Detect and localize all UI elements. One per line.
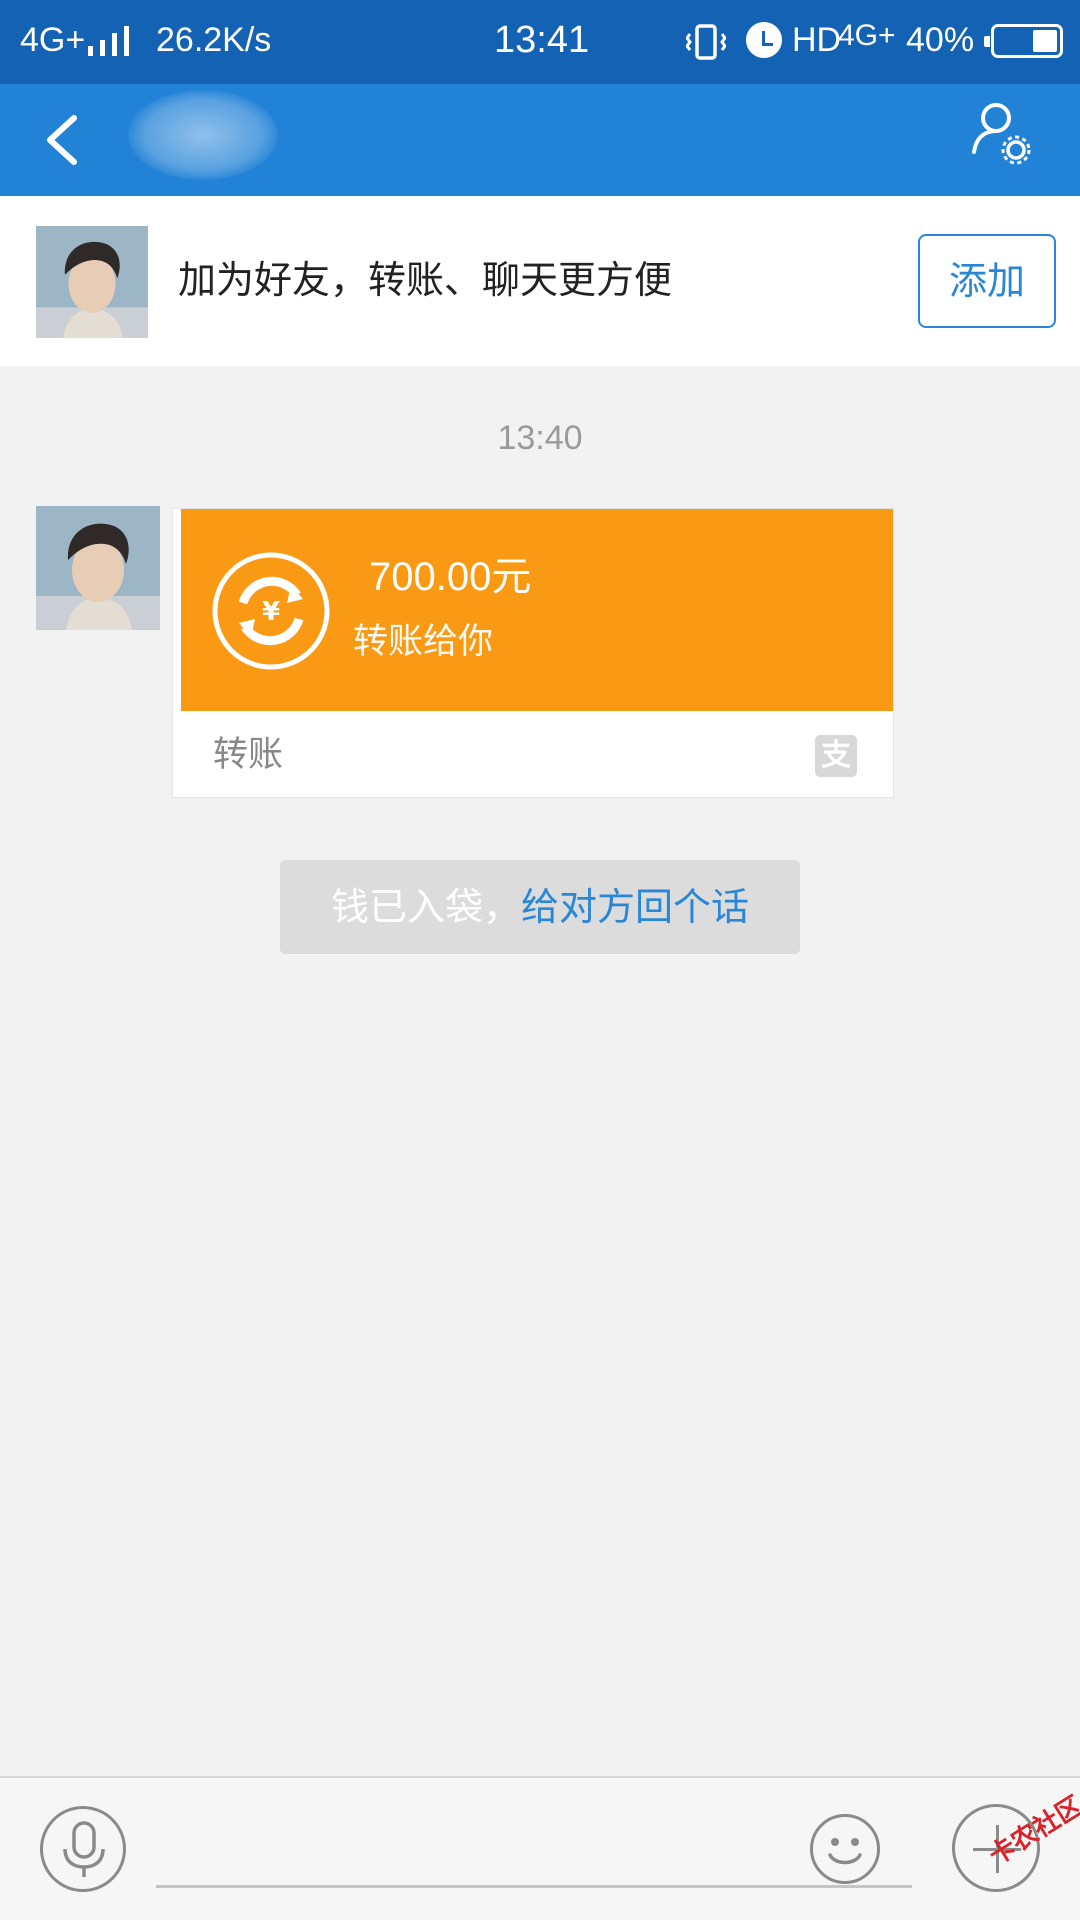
chat-header <box>0 84 1080 196</box>
message-input-bar <box>0 1776 1080 1920</box>
received-text: 钱已入袋， <box>330 885 521 929</box>
alarm-icon <box>746 22 782 58</box>
chevron-left-icon <box>47 115 77 165</box>
smiley-icon <box>828 1838 862 1865</box>
clock: 13:41 <box>494 19 590 61</box>
voice-input-button[interactable] <box>40 1806 126 1892</box>
transfer-type-label: 转账 <box>213 735 284 775</box>
user-settings-icon <box>972 103 1031 165</box>
transfer-amount: 700.00元 <box>369 555 532 599</box>
message-timestamp: 13:40 <box>497 419 583 457</box>
battery-percent: 40% <box>906 21 975 59</box>
money-transfer-icon: ¥ <box>211 551 331 671</box>
transfer-card-header: ¥ 700.00元 转账给你 <box>181 509 893 711</box>
network-type-secondary: 4G+ <box>838 19 896 52</box>
reply-link[interactable]: 给对方回个话 <box>521 885 749 929</box>
network-speed: 26.2K/s <box>156 21 272 59</box>
svg-text:¥: ¥ <box>262 597 280 627</box>
add-friend-button[interactable]: 添加 <box>918 234 1056 328</box>
signal-icon <box>88 26 132 56</box>
hd-indicator: HD <box>792 21 842 59</box>
vibrate-icon <box>685 22 727 62</box>
money-received-notice: 钱已入袋，给对方回个话 <box>280 860 800 954</box>
transfer-note: 转账给你 <box>353 622 494 662</box>
alipay-icon: 支 <box>815 735 857 777</box>
status-bar: 4G+ 26.2K/s 13:41 HD 4G+ 40% <box>0 0 1080 84</box>
contact-name-redacted <box>128 90 278 180</box>
transfer-message-card[interactable]: ¥ 700.00元 转账给你 转账 支 <box>172 508 894 798</box>
avatar[interactable] <box>36 226 148 338</box>
chat-settings-button[interactable] <box>966 96 1046 180</box>
microphone-icon <box>63 1821 105 1877</box>
sender-avatar[interactable] <box>36 506 160 630</box>
banner-text: 加为好友，转账、聊天更方便 <box>178 258 673 302</box>
message-input[interactable] <box>156 1818 912 1888</box>
add-friend-banner: 加为好友，转账、聊天更方便 添加 <box>0 196 1080 366</box>
battery-icon <box>984 24 1063 58</box>
back-button[interactable] <box>30 98 110 182</box>
emoji-button[interactable] <box>810 1814 880 1884</box>
network-type: 4G+ <box>20 21 86 59</box>
